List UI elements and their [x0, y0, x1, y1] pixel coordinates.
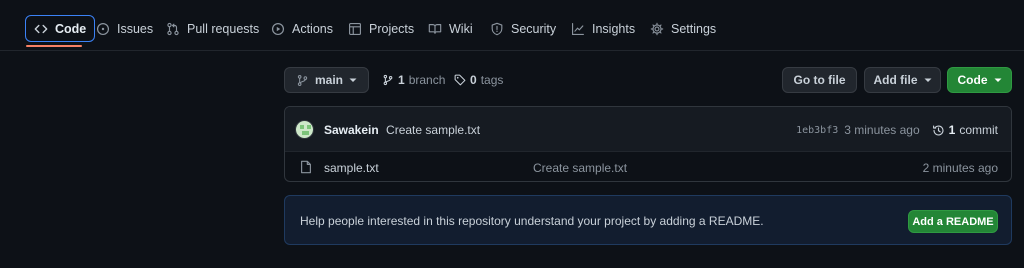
tag-icon — [454, 74, 466, 86]
tab-security-label: Security — [511, 21, 557, 36]
tab-pull-requests[interactable]: Pull requests — [166, 15, 259, 42]
table-row: sample.txt Create sample.txt 2 minutes a… — [285, 152, 1011, 181]
code-button-label: Code — [957, 73, 988, 87]
shield-icon — [490, 22, 504, 36]
branch-count: 1 — [398, 73, 405, 87]
chevron-down-icon — [924, 76, 932, 84]
readme-prompt-text: Help people interested in this repositor… — [300, 214, 764, 228]
play-icon — [271, 22, 285, 36]
tab-pull-requests-label: Pull requests — [187, 21, 260, 36]
branch-select-button[interactable]: main — [284, 67, 369, 93]
git-branch-icon — [296, 74, 309, 87]
tag-word: tags — [480, 73, 504, 87]
commit-author[interactable]: Sawakein — [324, 123, 379, 137]
history-icon — [932, 124, 945, 137]
tab-insights[interactable]: Insights — [571, 15, 635, 42]
tab-wiki[interactable]: Wiki — [428, 15, 473, 42]
readme-banner: Help people interested in this repositor… — [284, 195, 1012, 245]
issue-opened-icon — [96, 22, 110, 36]
repo-nav: Code Issues Pull requests Actions Projec… — [0, 0, 1024, 51]
tab-wiki-label: Wiki — [449, 21, 473, 36]
add-file-label: Add file — [873, 73, 918, 87]
commit-age: 3 minutes ago — [844, 123, 920, 137]
active-tab-underline — [26, 45, 82, 47]
file-age: 2 minutes ago — [922, 161, 998, 175]
tab-insights-label: Insights — [592, 21, 636, 36]
book-icon — [428, 22, 442, 36]
code-icon — [34, 22, 48, 36]
commit-count: 1 — [948, 123, 956, 137]
tab-code[interactable]: Code — [25, 15, 96, 42]
latest-commit-row: Sawakein Create sample.txt 1eb3bf3 3 min… — [285, 107, 1011, 152]
commits-history-link[interactable]: 1 commit — [932, 123, 998, 137]
tags-link[interactable]: 0 tags — [454, 73, 503, 87]
go-to-file-label: Go to file — [793, 73, 846, 87]
graph-icon — [571, 22, 585, 36]
tab-issues[interactable]: Issues — [96, 15, 153, 42]
tab-projects[interactable]: Projects — [348, 15, 414, 42]
add-file-button[interactable]: Add file — [864, 67, 941, 93]
commit-message: Sawakein Create sample.txt — [324, 123, 480, 137]
tab-code-label: Code — [55, 21, 87, 36]
table-icon — [348, 22, 362, 36]
file-name-link[interactable]: sample.txt — [324, 161, 379, 175]
commit-meta: 1eb3bf3 3 minutes ago 1 commit — [796, 123, 998, 137]
branch-word: branch — [408, 73, 446, 87]
tab-actions-label: Actions — [292, 21, 333, 36]
file-commit-message[interactable]: Create sample.txt — [533, 161, 627, 175]
tab-settings-label: Settings — [671, 21, 717, 36]
git-pull-request-icon — [166, 22, 180, 36]
chevron-down-icon — [349, 76, 357, 84]
go-to-file-button[interactable]: Go to file — [782, 67, 857, 93]
tab-security[interactable]: Security — [490, 15, 556, 42]
git-branch-icon — [382, 74, 394, 86]
tab-actions[interactable]: Actions — [271, 15, 333, 42]
branches-link[interactable]: 1 branch — [382, 73, 445, 87]
commit-sha[interactable]: 1eb3bf3 — [796, 125, 838, 136]
add-readme-button[interactable]: Add a README — [908, 210, 998, 233]
code-button[interactable]: Code — [947, 67, 1012, 93]
file-list: Sawakein Create sample.txt 1eb3bf3 3 min… — [284, 106, 1012, 182]
commit-count-word: commit — [959, 123, 998, 137]
chevron-down-icon — [994, 76, 1002, 84]
tab-issues-label: Issues — [117, 21, 154, 36]
gear-icon — [650, 22, 664, 36]
tab-projects-label: Projects — [369, 21, 415, 36]
tag-count: 0 — [470, 73, 477, 87]
avatar[interactable] — [295, 120, 314, 139]
tab-settings[interactable]: Settings — [650, 15, 716, 42]
add-readme-label: Add a README — [912, 215, 994, 228]
file-icon — [299, 160, 313, 174]
commit-title[interactable]: Create sample.txt — [386, 123, 480, 137]
branch-select-label: main — [314, 73, 343, 87]
